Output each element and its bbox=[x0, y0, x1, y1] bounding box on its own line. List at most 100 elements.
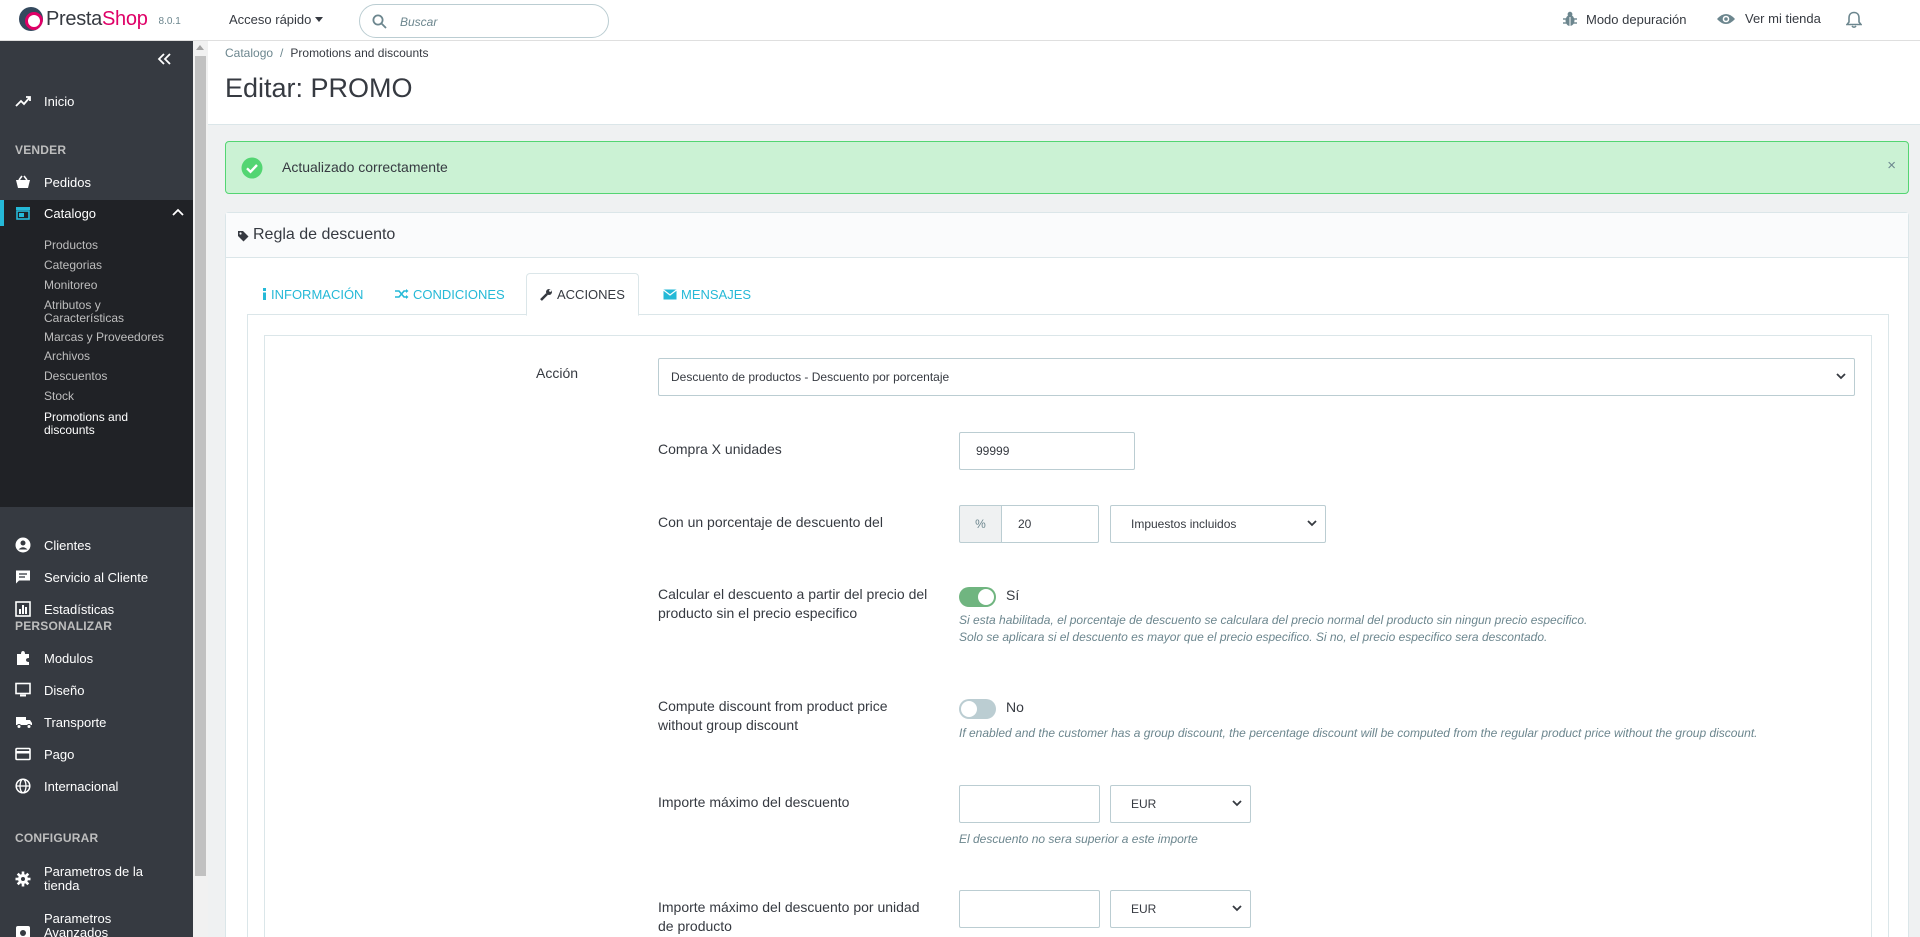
chevron-down-icon bbox=[1307, 520, 1317, 527]
max-discount-input[interactable] bbox=[959, 785, 1100, 823]
sidebar-item-label: Catalogo bbox=[44, 205, 97, 221]
action-select[interactable]: Descuento de productos - Descuento por p… bbox=[658, 358, 1855, 396]
alert-message: Actualizado correctamente bbox=[282, 159, 448, 175]
sidebar-scrollbar[interactable] bbox=[193, 41, 208, 937]
calc-toggle[interactable] bbox=[959, 587, 996, 607]
scrollbar-thumb[interactable] bbox=[195, 56, 206, 876]
scroll-up-arrow-icon[interactable] bbox=[196, 45, 204, 50]
tax-select-value: Impuestos incluidos bbox=[1131, 517, 1237, 531]
submenu-item-marcas[interactable]: Marcas y Proveedores bbox=[44, 331, 184, 344]
sidebar-item-catalogo[interactable]: Catalogo bbox=[0, 200, 193, 226]
page-header: Catalogo / Promotions and discounts Edit… bbox=[208, 41, 1920, 125]
view-shop-link[interactable]: Ver mi tienda bbox=[1716, 11, 1821, 26]
truck-icon bbox=[16, 717, 32, 729]
max-help: El descuento no sera superior a este imp… bbox=[959, 832, 1198, 846]
breadcrumb-item-current: Promotions and discounts bbox=[290, 46, 429, 60]
sidebar-item-label: Internacional bbox=[44, 778, 119, 794]
sidebar-item-label: Modulos bbox=[44, 650, 94, 666]
max-currency-value: EUR bbox=[1131, 797, 1157, 811]
group-discount-toggle[interactable] bbox=[959, 699, 996, 719]
sidebar-item-servicio[interactable]: Servicio al Cliente bbox=[0, 564, 193, 590]
percent-label: Con un porcentaje de descuento del bbox=[658, 514, 883, 530]
sidebar-item-label: Clientes bbox=[44, 537, 91, 553]
tab-label: CONDICIONES bbox=[413, 286, 505, 302]
toggle-knob bbox=[978, 589, 994, 605]
info-icon bbox=[263, 288, 266, 300]
sidebar-item-inicio[interactable]: Inicio bbox=[0, 88, 193, 114]
search-input[interactable] bbox=[400, 12, 595, 32]
notifications-button[interactable] bbox=[1846, 11, 1862, 29]
sidebar-item-label: Inicio bbox=[44, 93, 75, 109]
submenu-item-categorias[interactable]: Categorias bbox=[44, 259, 184, 272]
calc-help-1: Si esta habilitada, el porcentaje de des… bbox=[959, 613, 1588, 627]
submenu-item-stock[interactable]: Stock bbox=[44, 390, 184, 403]
sidebar-item-internacional[interactable]: Internacional bbox=[0, 773, 193, 799]
credit-card-icon bbox=[15, 747, 31, 761]
tab-label: MENSAJES bbox=[681, 286, 752, 302]
tab-informacion[interactable]: INFORMACIÓN bbox=[249, 273, 376, 315]
sidebar-item-parametros-avanzados[interactable]: Parametros Avanzados bbox=[0, 909, 193, 937]
submenu-item-descuentos[interactable]: Descuentos bbox=[44, 370, 184, 383]
tax-select[interactable]: Impuestos incluidos bbox=[1110, 505, 1326, 543]
max-discount-label: Importe máximo del descuento bbox=[658, 794, 850, 810]
submenu-item-archivos[interactable]: Archivos bbox=[44, 350, 184, 363]
buy-x-input[interactable]: 99999 bbox=[959, 432, 1135, 470]
gear-icon bbox=[15, 871, 31, 887]
top-header: PrestaShop 8.0.1 Acceso rápido Modo depu… bbox=[0, 0, 1920, 41]
sidebar: Inicio VENDER Pedidos Catalogo Productos… bbox=[0, 41, 193, 937]
eye-icon bbox=[1717, 13, 1735, 24]
search-box[interactable] bbox=[359, 4, 609, 38]
desktop-icon bbox=[15, 682, 31, 697]
submenu-item-monitoreo[interactable]: Monitoreo bbox=[44, 279, 184, 292]
collapse-sidebar-icon[interactable] bbox=[157, 53, 171, 65]
tab-content: Acción Descuento de productos - Descuent… bbox=[247, 315, 1889, 937]
max-unit-input[interactable] bbox=[959, 890, 1100, 928]
submenu-item-productos[interactable]: Productos bbox=[44, 239, 184, 252]
sidebar-item-transporte[interactable]: Transporte bbox=[0, 709, 193, 735]
prestashop-logo[interactable]: Presta Shop 8.0.1 bbox=[19, 7, 181, 31]
quick-access-label: Acceso rápido bbox=[229, 12, 312, 27]
breadcrumb-separator: / bbox=[280, 46, 284, 60]
max-currency-select[interactable]: EUR bbox=[1110, 785, 1251, 823]
discount-rule-panel: Regla de descuento INFORMACIÓN CONDICION… bbox=[225, 212, 1909, 937]
action-select-value: Descuento de productos - Descuento por p… bbox=[671, 370, 950, 384]
calc-label: Calcular el descuento a partir del preci… bbox=[658, 586, 928, 621]
buy-x-label: Compra X unidades bbox=[658, 441, 782, 457]
panel-title: Regla de descuento bbox=[253, 226, 396, 243]
max-unit-label: Importe máximo del descuento por unidad … bbox=[658, 899, 920, 934]
submenu-item-atributos[interactable]: Atributos y Características bbox=[44, 299, 144, 325]
breadcrumb-item-catalogo[interactable]: Catalogo bbox=[225, 46, 273, 60]
debug-mode-link[interactable]: Modo depuración bbox=[1563, 11, 1686, 27]
quick-access-dropdown[interactable]: Acceso rápido bbox=[229, 12, 324, 27]
chevron-up-icon bbox=[172, 208, 184, 216]
sidebar-item-label: Diseño bbox=[44, 682, 85, 698]
sidebar-item-label: Pago bbox=[44, 746, 75, 762]
logo-text-presta: Presta bbox=[46, 7, 103, 30]
sidebar-item-pedidos[interactable]: Pedidos bbox=[0, 169, 193, 195]
tab-condiciones[interactable]: CONDICIONES bbox=[382, 273, 518, 315]
sidebar-item-modulos[interactable]: Modulos bbox=[0, 645, 193, 671]
sidebar-item-clientes[interactable]: Clientes bbox=[0, 532, 193, 558]
percent-input[interactable]: 20 bbox=[1001, 505, 1099, 543]
max-unit-currency-select[interactable]: EUR bbox=[1110, 890, 1251, 928]
sidebar-item-diseno[interactable]: Diseño bbox=[0, 677, 193, 703]
max-unit-currency-value: EUR bbox=[1131, 902, 1157, 916]
toggle-knob bbox=[961, 701, 977, 717]
version-label: 8.0.1 bbox=[158, 15, 181, 27]
tag-icon bbox=[238, 231, 249, 242]
tab-mensajes[interactable]: MENSAJES bbox=[650, 273, 764, 315]
group-toggle-state: No bbox=[1006, 699, 1024, 715]
sidebar-item-parametros-tienda[interactable]: Parametros de la tienda bbox=[0, 862, 193, 896]
sidebar-item-label: Transporte bbox=[44, 714, 107, 730]
percent-value: 20 bbox=[1018, 517, 1032, 531]
logo-text-shop: Shop bbox=[102, 7, 148, 30]
group-discount-label: Compute discount from product price with… bbox=[658, 698, 888, 733]
section-heading-sell: VENDER bbox=[15, 143, 67, 157]
panel-header: Regla de descuento bbox=[226, 213, 1908, 258]
alert-close-button[interactable]: × bbox=[1887, 157, 1896, 174]
percent-addon: % bbox=[959, 505, 1002, 543]
submenu-item-promotions[interactable]: Promotions and discounts bbox=[44, 411, 144, 437]
tab-acciones[interactable]: ACCIONES bbox=[526, 273, 639, 316]
chat-icon bbox=[16, 570, 30, 584]
sidebar-item-pago[interactable]: Pago bbox=[0, 741, 193, 767]
